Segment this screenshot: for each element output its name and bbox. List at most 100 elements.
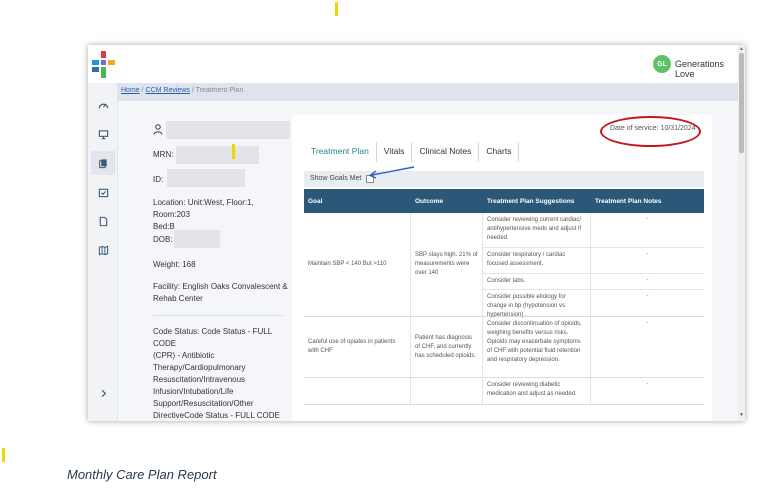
mrn-label: MRN: [153,150,174,159]
annotation-oval [600,116,701,147]
suggestion-item: Consider discontinuation of opioids, wei… [487,321,582,363]
id-label: ID: [153,175,164,184]
facility-value-line2: Rehab Center [153,294,203,303]
tab-clinical-notes[interactable]: Clinical Notes [412,142,480,162]
figure-caption: Monthly Care Plan Report [67,467,217,482]
breadcrumb-home-link[interactable]: Home [121,87,140,94]
location-value-line2: Bed:B [153,222,175,231]
table-row[interactable]: Consider reviewing diabetic medication a… [304,378,704,405]
tab-treatment-plan[interactable]: Treatment Plan [304,142,377,162]
highlight-marker [2,448,5,462]
divider [153,315,283,316]
person-icon [153,124,163,139]
suggestions-cell: Consider reviewing diabetic medication a… [483,378,591,404]
code-status-line: Infusion/Intubation/Life [153,387,234,396]
book-icon[interactable] [91,238,115,262]
outcome-cell: SBP stays high. 21% of measurements were… [411,213,483,316]
weight-value: 168 [182,260,196,269]
redacted-mrn [176,146,259,164]
top-bar: GL Generations Love [88,45,745,83]
treatment-plan-table: Goal Outcome Treatment Plan Suggestions … [304,189,704,405]
suggestion-item: Consider possible etiology for change in… [487,294,566,318]
column-header[interactable]: Treatment Plan Suggestions [483,189,591,213]
dob-label: DOB: [153,235,173,244]
breadcrumb: Home / CCM Reviews / Treatment Plan [121,87,243,94]
dashboard-icon[interactable] [91,93,115,117]
highlight-marker [335,2,338,16]
user-name[interactable]: Generations Love [675,59,745,79]
outcome-cell: Patient has diagnosis of CHF, and curren… [411,317,483,377]
goals-filter-bar: Show Goals Met [304,171,704,187]
code-status-line: (CPR) - Antibiotic [153,351,215,360]
breadcrumb-separator: / [141,87,144,94]
note-item: - [591,274,704,290]
facility-label: Facility: [153,282,181,291]
breadcrumb-separator: / [191,87,194,94]
vertical-scrollbar[interactable]: ▲ ▼ [738,45,745,421]
column-header[interactable]: Treatment Plan Notes [591,189,704,213]
redacted-dob [174,230,220,248]
suggestions-cell: Consider reviewing current cardiac/ anti… [483,213,591,318]
note-item: - [646,381,649,387]
code-status-line: Therapy/Cardiopulmonary [153,363,246,372]
scroll-up-icon[interactable]: ▲ [739,46,744,52]
notes-cell: - [591,378,704,404]
note-item: - [591,248,704,274]
code-status-line: Support/Resuscitation/Other [153,399,254,408]
redacted-name [166,121,290,139]
breadcrumb-current: Treatment Plan [195,87,244,94]
code-status-label: Code Status: [153,327,200,336]
copy-icon[interactable] [91,151,115,175]
monitor-icon[interactable] [91,122,115,146]
tab-charts[interactable]: Charts [479,142,520,162]
weight-field: Weight: 168 [153,259,196,271]
highlight-marker [232,144,235,159]
code-status-line: Resuscitation/Intravenous [153,375,246,384]
notes-cell: - [591,317,704,377]
redacted-id [167,169,245,187]
goal-cell [304,378,411,404]
show-goals-met-label: Show Goals Met [310,175,362,182]
table-row[interactable]: Careful use of opiates in patients with … [304,317,704,378]
facility-value: English Oaks Convalescent & [182,282,288,291]
location-label: Location: [153,198,186,207]
notes-cell: - - - - [591,213,704,316]
facility-field: Facility: English Oaks Convalescent & Re… [153,281,290,305]
side-nav [88,83,118,421]
user-avatar[interactable]: GL [653,55,671,73]
suggestion-item: Consider labs. [483,274,590,290]
tab-bar: Treatment Plan Vitals Clinical Notes Cha… [304,142,520,162]
suggestion-item: Consider reviewing diabetic medication a… [487,382,577,397]
note-item: - [591,213,704,248]
tab-vitals[interactable]: Vitals [377,142,413,162]
goal-cell: Careful use of opiates in patients with … [304,317,411,377]
scroll-down-icon[interactable]: ▼ [739,412,744,418]
app-logo-icon[interactable] [92,51,115,78]
stage: GL Generations Love Home / CCM Reviews /… [0,0,777,493]
table-row[interactable]: Maintain SBP < 140 But >110 SBP stays hi… [304,213,704,318]
weight-label: Weight: [153,260,180,269]
scrollbar-thumb[interactable] [739,53,744,153]
code-status-field: Code Status: Code Status - FULL CODE (CP… [153,326,293,421]
breadcrumb-ccm-reviews-link[interactable]: CCM Reviews [146,87,190,94]
note-item: - [646,293,649,299]
breadcrumb-bar: Home / CCM Reviews / Treatment Plan [118,83,738,101]
document-icon[interactable] [91,209,115,233]
main-content: Date of service: 10/31/2024 Treatment Pl… [292,115,712,421]
calendar-check-icon[interactable] [91,180,115,204]
annotation-arrow-icon [368,166,415,179]
table-header: Goal Outcome Treatment Plan Suggestions … [304,189,704,213]
code-status-line: DirectiveCode Status - FULL CODE (CPR) [153,411,280,420]
app-window: GL Generations Love Home / CCM Reviews /… [88,45,745,421]
suggestions-cell: Consider discontinuation of opioids, wei… [483,317,591,377]
patient-panel: MRN: ID: Location: Unit:West, Floor:1, R… [146,117,290,421]
column-header[interactable]: Outcome [411,189,483,213]
note-item: - [646,320,649,326]
suggestion-item: Consider reviewing current cardiac/ anti… [483,213,590,248]
chevron-right-icon[interactable] [91,381,115,405]
suggestion-item: Consider respiratory / cardiac focused a… [483,248,590,274]
outcome-cell [411,378,483,404]
column-header[interactable]: Goal [304,189,411,213]
location-field: Location: Unit:West, Floor:1, Room:203 B… [153,197,290,233]
goal-cell: Maintain SBP < 140 But >110 [304,213,411,316]
